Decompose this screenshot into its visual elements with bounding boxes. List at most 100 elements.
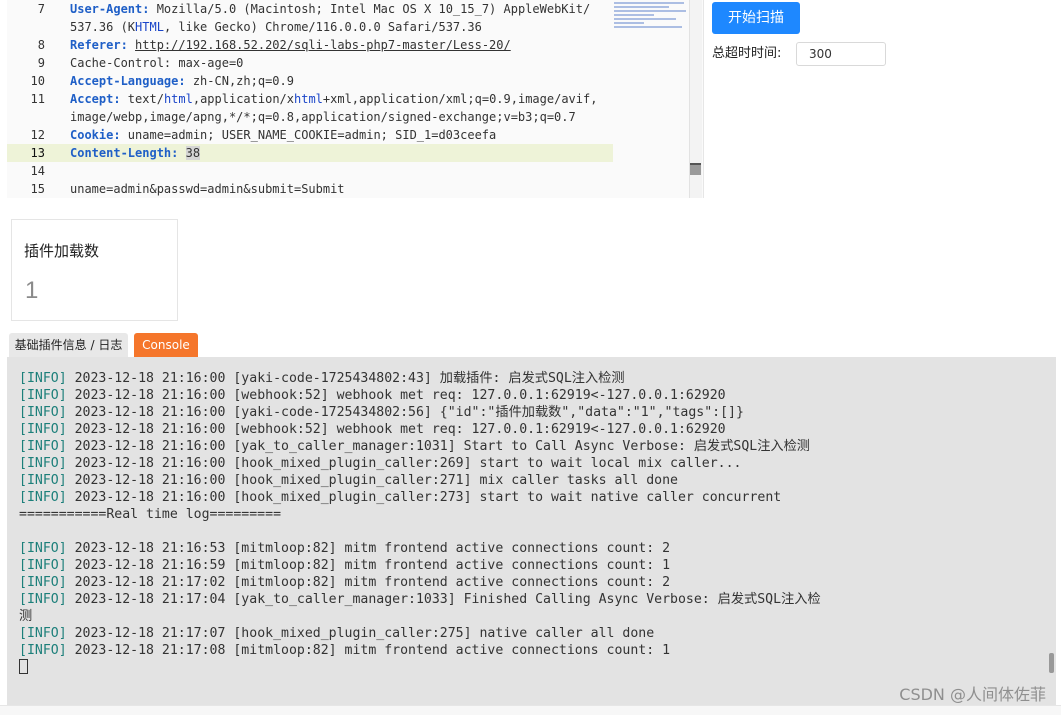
console-line: [INFO] 2023-12-18 21:17:04 [yak_to_calle…: [19, 591, 821, 608]
line-code: 537.36 (KHTML, like Gecko) Chrome/116.0.…: [70, 18, 482, 36]
line-code: uname=admin&passwd=admin&submit=Submit: [70, 180, 345, 198]
code-token: zh-CN,zh;q=0.9: [185, 74, 294, 88]
console-line: [INFO] 2023-12-18 21:16:00 [yaki-code-17…: [19, 370, 625, 387]
line-code: Content-Length: 38: [70, 144, 201, 162]
log-level: [INFO]: [19, 558, 67, 573]
log-level: [INFO]: [19, 490, 67, 505]
editor-scroll-thumb[interactable]: [690, 163, 701, 175]
line-number: 9: [37, 56, 45, 70]
editor-line[interactable]: 10 Accept-Language: zh-CN,zh;q=0.9: [7, 72, 613, 90]
log-level: [INFO]: [19, 388, 67, 403]
tab-plugin-info-log[interactable]: 基础插件信息 / 日志: [9, 333, 128, 357]
line-number: 8: [37, 38, 45, 52]
console-line: [INFO] 2023-12-18 21:16:00 [yak_to_calle…: [19, 438, 810, 455]
line-code: Referer: http://192.168.52.202/sqli-labs…: [70, 36, 511, 54]
plugin-count-card: 插件加载数 1: [11, 219, 178, 321]
console-line: [INFO] 2023-12-18 21:17:02 [mitmloop:82]…: [19, 574, 670, 591]
console-scroll-thumb[interactable]: [1049, 653, 1054, 673]
editor-line[interactable]: 9 Cache-Control: max-age=0: [7, 54, 613, 72]
console-panel[interactable]: [INFO] 2023-12-18 21:16:00 [yaki-code-17…: [7, 357, 1056, 705]
line-code: Cache-Control: max-age=0: [70, 54, 243, 72]
code-token: text/: [120, 92, 164, 106]
console-line: [INFO] 2023-12-18 21:16:00 [webhook:52] …: [19, 421, 726, 438]
log-level: [INFO]: [19, 643, 67, 658]
watermark: CSDN @人间体佐菲: [899, 685, 1046, 704]
editor-line[interactable]: 12 Cookie: uname=admin; USER_NAME_COOKIE=…: [7, 126, 613, 144]
console-line: [INFO] 2023-12-18 21:16:00 [yaki-code-17…: [19, 404, 744, 421]
console-line: [INFO] 2023-12-18 21:17:08 [mitmloop:82]…: [19, 642, 670, 659]
editor-line[interactable]: 13 Content-Length: 38: [7, 144, 613, 162]
editor-line[interactable]: 11 Accept: text/html,application/xhtml+xm…: [7, 90, 613, 108]
code-token: Accept:: [70, 92, 121, 106]
console-line: [INFO] 2023-12-18 21:17:07 [hook_mixed_p…: [19, 625, 654, 642]
code-token: Content-Length:: [70, 146, 179, 160]
log-level: [INFO]: [19, 422, 67, 437]
log-message: 测: [19, 609, 33, 624]
tab-console[interactable]: Console: [134, 333, 198, 357]
code-token: +xml,application/xml;q=0.9,image/avif,: [322, 92, 598, 106]
log-message: 2023-12-18 21:16:00 [hook_mixed_plugin_c…: [66, 473, 678, 488]
line-number: 15: [30, 182, 45, 196]
code-token: html: [163, 92, 193, 106]
log-message: 2023-12-18 21:16:00 [yaki-code-172543480…: [66, 405, 744, 420]
log-message: 2023-12-18 21:17:08 [mitmloop:82] mitm f…: [66, 643, 671, 658]
editor-line[interactable]: 537.36 (KHTML, like Gecko) Chrome/116.0.…: [7, 18, 613, 36]
console-line: [INFO] 2023-12-18 21:16:00 [webhook:52] …: [19, 387, 726, 404]
log-level: [INFO]: [19, 592, 67, 607]
plugin-count-value: 1: [25, 277, 39, 304]
log-message: 2023-12-18 21:16:00 [yak_to_caller_manag…: [66, 439, 810, 454]
log-level: [INFO]: [19, 541, 67, 556]
code-token: User-Agent:: [70, 2, 150, 16]
log-level: [INFO]: [19, 626, 67, 641]
editor-line[interactable]: 14: [7, 162, 613, 180]
line-code: Cookie: uname=admin; USER_NAME_COOKIE=ad…: [70, 126, 496, 144]
line-code: Accept-Language: zh-CN,zh;q=0.9: [70, 72, 294, 90]
log-level: [INFO]: [19, 456, 67, 471]
log-message: 2023-12-18 21:16:53 [mitmloop:82] mitm f…: [66, 541, 671, 556]
log-message: 2023-12-18 21:16:59 [mitmloop:82] mitm f…: [66, 558, 671, 573]
console-line: 测: [19, 608, 32, 625]
line-number: 10: [30, 74, 45, 88]
code-token: 537.36 (K: [70, 20, 136, 34]
line-number: 7: [37, 2, 45, 16]
log-message: 2023-12-18 21:16:00 [webhook:52] webhook…: [66, 388, 726, 403]
line-code: User-Agent: Mozilla/5.0 (Macintosh; Inte…: [70, 0, 590, 18]
code-token: Accept-Language:: [70, 74, 186, 88]
log-message: 2023-12-18 21:16:00 [hook_mixed_plugin_c…: [66, 456, 742, 471]
log-level: [INFO]: [19, 473, 67, 488]
bottom-strip: [0, 705, 1061, 715]
timeout-label: 总超时时间:: [712, 46, 782, 61]
code-token: , like Gecko) Chrome/116.0.0.0 Safari/53…: [163, 20, 482, 34]
editor-minimap[interactable]: [614, 0, 689, 38]
log-message: 2023-12-18 21:17:04 [yak_to_caller_manag…: [66, 592, 821, 607]
console-line: [INFO] 2023-12-18 21:16:00 [hook_mixed_p…: [19, 472, 678, 489]
log-message: 2023-12-18 21:16:00 [yaki-code-172543480…: [66, 371, 625, 386]
editor-line[interactable]: 8 Referer: http://192.168.52.202/sqli-lab…: [7, 36, 613, 54]
editor-line[interactable]: 7 User-Agent: Mozilla/5.0 (Macintosh; Int…: [7, 0, 613, 18]
code-token: ,application/x: [192, 92, 294, 106]
code-token: uname=admin&passwd=admin&submit=Submit: [70, 182, 345, 196]
log-message: 2023-12-18 21:17:07 [hook_mixed_plugin_c…: [66, 626, 655, 641]
code-token: 38: [185, 146, 201, 160]
log-level: [INFO]: [19, 439, 67, 454]
code-token: http://192.168.52.202/sqli-labs-php7-mas…: [135, 38, 511, 52]
code-token: Cookie:: [70, 128, 121, 142]
log-level: [INFO]: [19, 575, 67, 590]
request-editor[interactable]: 7 User-Agent: Mozilla/5.0 (Macintosh; Int…: [7, 0, 704, 198]
console-line: [INFO] 2023-12-18 21:16:59 [mitmloop:82]…: [19, 557, 670, 574]
timeout-input[interactable]: [796, 42, 886, 66]
log-level: [INFO]: [19, 405, 67, 420]
line-number: 14: [30, 164, 45, 178]
code-token: Mozilla/5.0 (Macintosh; Intel Mac OS X 1…: [149, 2, 591, 16]
code-token: image/webp,image/apng,*/*;q=0.8,applicat…: [70, 110, 576, 124]
line-number: 11: [30, 92, 45, 106]
log-message: 2023-12-18 21:17:02 [mitmloop:82] mitm f…: [66, 575, 671, 590]
line-code: image/webp,image/apng,*/*;q=0.8,applicat…: [70, 108, 576, 126]
line-number: 13: [30, 146, 45, 160]
code-token: uname=admin; USER_NAME_COOKIE=admin; SID…: [120, 128, 497, 142]
code-token: html: [294, 92, 323, 106]
editor-line[interactable]: 15 uname=admin&passwd=admin&submit=Submit: [7, 180, 613, 198]
editor-line[interactable]: image/webp,image/apng,*/*;q=0.8,applicat…: [7, 108, 613, 126]
start-scan-button[interactable]: 开始扫描: [712, 2, 800, 34]
